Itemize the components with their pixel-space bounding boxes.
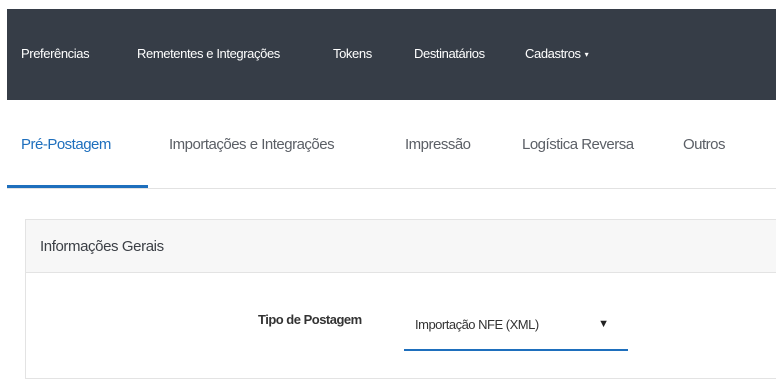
tab-pre-postagem[interactable]: Pré-Postagem: [21, 136, 111, 153]
dropdown-arrow-icon: ▼: [598, 318, 609, 330]
chevron-down-icon: ▾: [584, 50, 589, 59]
tab-outros[interactable]: Outros: [683, 136, 726, 153]
nav-item-preferencias[interactable]: Preferências: [21, 46, 90, 61]
nav-item-remetentes-integracoes[interactable]: Remetentes e Integrações: [137, 46, 280, 61]
nav-item-destinatarios[interactable]: Destinatários: [414, 46, 485, 61]
panel-title: Informações Gerais: [26, 220, 776, 273]
top-navigation-bar: Preferências Remetentes e Integrações To…: [7, 9, 776, 100]
general-info-panel: Informações Gerais Tipo de Postagem Impo…: [25, 219, 776, 379]
tab-importacoes-integracoes[interactable]: Importações e Integrações: [169, 136, 335, 153]
active-tab-indicator: [7, 185, 148, 188]
tipo-postagem-select[interactable]: Importação NFE (XML) ▼: [404, 307, 628, 351]
tipo-postagem-label: Tipo de Postagem: [258, 312, 362, 327]
tipo-postagem-selected-value: Importação NFE (XML): [415, 317, 539, 332]
nav-item-cadastros[interactable]: Cadastros ▾: [525, 46, 589, 61]
nav-item-cadastros-label: Cadastros: [525, 46, 581, 61]
nav-item-tokens[interactable]: Tokens: [333, 46, 372, 61]
tab-impressao[interactable]: Impressão: [405, 136, 471, 153]
tab-logistica-reversa[interactable]: Logística Reversa: [522, 136, 634, 153]
tab-bar: Pré-Postagem Importações e Integrações I…: [7, 100, 776, 189]
